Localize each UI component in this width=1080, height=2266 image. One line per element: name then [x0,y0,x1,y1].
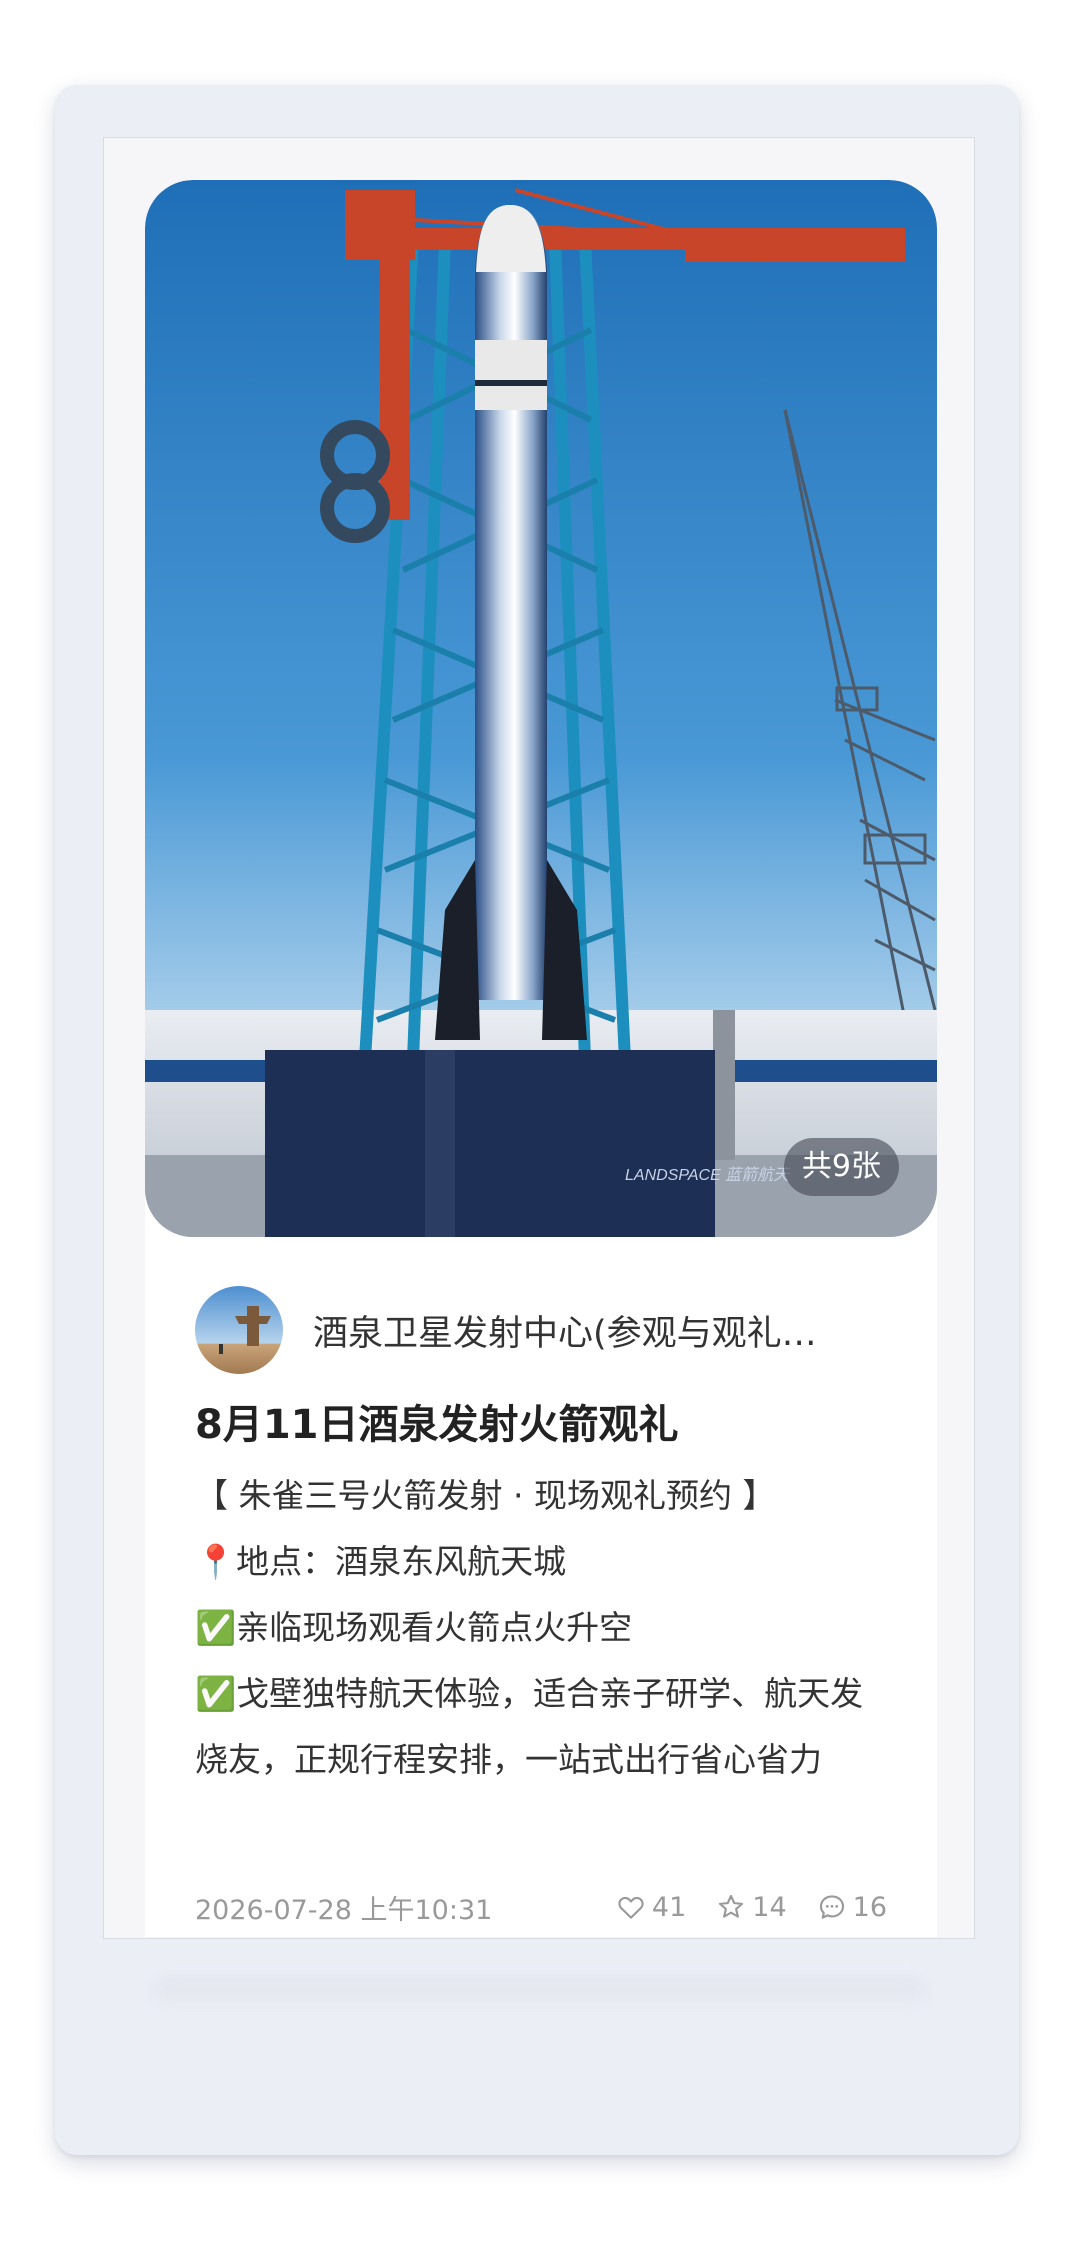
post-timestamp: 2026-07-28 上午10:31 [195,1894,493,1926]
heart-icon [618,1896,644,1919]
body-line: 📍地点：酒泉东风航天城 [195,1542,567,1581]
author-row[interactable]: 酒泉卫星发射中心(参观与观礼… [195,1285,895,1375]
post-photo[interactable]: LANDSPACE 蓝箭航天 共9张 [145,180,937,1237]
photo-watermark: LANDSPACE 蓝箭航天 [625,1166,791,1184]
star-icon [719,1894,744,1918]
author-name[interactable]: 酒泉卫星发射中心(参观与观礼… [313,1305,873,1356]
post-title: 8月11日酒泉发射火箭观礼 [195,1402,679,1448]
post-footer: 2026-07-28 上午10:31 41 14 16 [195,1885,887,1929]
comment-count: 16 [852,1891,887,1923]
favorite-button[interactable]: 14 [716,1891,787,1923]
post-body: 【 朱雀三号火箭发射 · 现场观礼预约 】 📍地点：酒泉东风航天城 ✅亲临现场观… [195,1463,895,1793]
body-line: ✅戈壁独特航天体验，适合亲子研学、航天发烧友，正规行程安排，一站式出行省心省力 [195,1674,864,1779]
body-line: ✅亲临现场观看火箭点火升空 [195,1608,633,1647]
post-card[interactable]: LANDSPACE 蓝箭航天 共9张 酒泉卫星发射中心(参观与观礼… 8月11日… [145,180,937,1937]
comment-button[interactable]: 16 [817,1892,887,1923]
favorite-count: 14 [752,1891,787,1923]
body-line: 【 朱雀三号火箭发射 · 现场观礼预约 】 [195,1476,776,1515]
avatar[interactable] [195,1286,283,1374]
image-count-badge: 共9张 [783,1138,899,1196]
like-count: 41 [651,1891,687,1923]
rocket-launch-photo: LANDSPACE 蓝箭航天 [145,180,937,1237]
like-button[interactable]: 41 [616,1892,686,1923]
card-shadow [150,1975,930,2015]
comment-bubble-icon [819,1895,844,1919]
